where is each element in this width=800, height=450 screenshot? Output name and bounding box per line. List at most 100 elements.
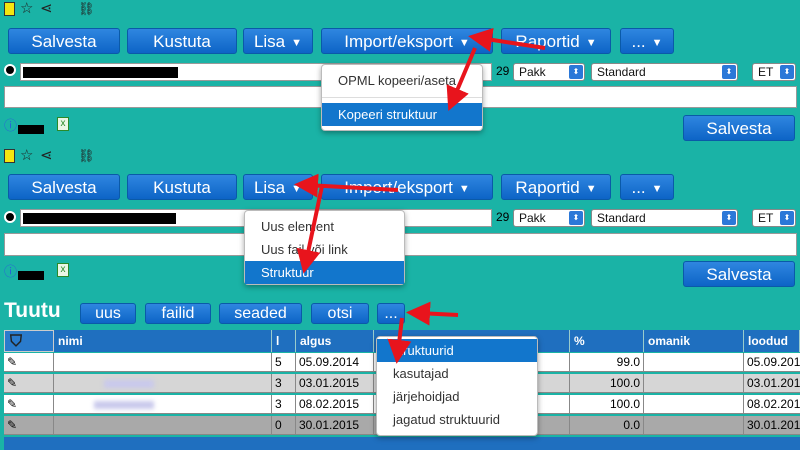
link-icon[interactable]: ⛓ <box>78 148 95 164</box>
share-icon[interactable]: ⋖ <box>40 1 53 17</box>
level-cell: 3 <box>272 374 296 393</box>
column-header-label: algus <box>300 334 332 348</box>
menu-item-users[interactable]: kasutajad <box>377 362 537 385</box>
name-cell <box>54 353 272 372</box>
pencil-icon: ✎ <box>7 418 18 432</box>
add-button[interactable]: Lisa ▼ <box>243 28 313 54</box>
chevron-down-icon: ▼ <box>585 182 597 195</box>
save-button[interactable]: Salvesta <box>8 28 120 54</box>
redacted-owner <box>18 271 44 280</box>
start-cell: 08.02.2015 <box>296 395 374 414</box>
menu-item-new-element[interactable]: Uus element <box>245 215 404 238</box>
star-icon[interactable]: ☆ <box>20 148 33 164</box>
column-header-owner[interactable]: omanik <box>644 330 744 352</box>
column-header-created[interactable]: loodud <box>744 330 800 352</box>
import-export-button[interactable]: Import/eksport ▼ <box>321 28 493 54</box>
record-icon[interactable] <box>4 211 16 223</box>
search-label: otsi <box>327 305 353 322</box>
list-more-label: ... <box>384 305 398 322</box>
type-select[interactable]: Pakk ⬍ <box>513 63 585 81</box>
column-header-level[interactable]: l <box>272 330 296 352</box>
percent-cell: 99.0 <box>570 353 644 372</box>
edit-cell[interactable]: ✎ <box>4 416 54 435</box>
created-cell: 03.01.201 <box>744 374 800 393</box>
menu-item-shared-structures[interactable]: jagatud struktuurid <box>377 408 537 431</box>
settings-label: seaded <box>234 305 287 322</box>
pencil-icon: ✎ <box>7 397 18 411</box>
created-cell: 05.09.201 <box>744 353 800 372</box>
column-header-percent[interactable]: % <box>570 330 644 352</box>
star-icon[interactable]: ☆ <box>20 1 33 17</box>
share-icon[interactable]: ⋖ <box>40 148 53 164</box>
excel-icon[interactable]: x <box>57 263 69 277</box>
template-select[interactable]: Standard ⬍ <box>591 209 738 227</box>
column-header-name[interactable]: nimi <box>54 330 272 352</box>
save-button[interactable]: Salvesta <box>8 174 120 200</box>
edit-cell[interactable]: ✎ <box>4 374 54 393</box>
record-icon[interactable] <box>4 64 16 76</box>
list-more-button[interactable]: ... <box>377 303 405 324</box>
delete-button[interactable]: Kustuta <box>127 28 237 54</box>
delete-label: Kustuta <box>153 178 211 197</box>
level-cell: 0 <box>272 416 296 435</box>
redacted-owner <box>18 125 44 134</box>
search-button[interactable]: otsi <box>311 303 369 324</box>
chevron-updown-icon: ⬍ <box>569 211 583 225</box>
chevron-down-icon: ▼ <box>651 36 663 49</box>
template-select[interactable]: Standard ⬍ <box>591 63 738 81</box>
excel-icon[interactable]: x <box>57 117 69 131</box>
new-label: uus <box>95 305 121 322</box>
chevron-updown-icon: ⬍ <box>569 65 583 79</box>
new-button[interactable]: uus <box>80 303 136 324</box>
info-icon[interactable]: ⓘ <box>4 264 17 280</box>
note-icon[interactable] <box>4 2 15 16</box>
save-button-secondary[interactable]: Salvesta <box>683 115 795 141</box>
reports-button[interactable]: Raportid ▼ <box>501 174 611 200</box>
pencil-icon: ✎ <box>7 355 18 369</box>
chevron-down-icon: ▼ <box>458 36 470 49</box>
save-label: Salvesta <box>706 265 772 284</box>
save-button-secondary[interactable]: Salvesta <box>683 261 795 287</box>
name-cell <box>54 395 272 414</box>
column-header-start[interactable]: algus <box>296 330 374 352</box>
save-label: Salvesta <box>31 178 97 197</box>
menu-item-bookmarks[interactable]: järjehoidjad <box>377 385 537 408</box>
add-menu: Uus element Uus fail või link Struktuur <box>244 210 405 285</box>
language-select[interactable]: ET ⬍ <box>752 209 796 227</box>
save-label: Salvesta <box>706 119 772 138</box>
menu-item-new-file-or-link[interactable]: Uus fail või link <box>245 238 404 261</box>
chevron-updown-icon: ⬍ <box>722 211 736 225</box>
type-select[interactable]: Pakk ⬍ <box>513 209 585 227</box>
chevron-down-icon: ▼ <box>291 36 303 49</box>
edit-cell[interactable]: ✎ <box>4 353 54 372</box>
arrow-to-more <box>406 301 459 326</box>
template-select-value: Standard <box>597 211 646 225</box>
settings-button[interactable]: seaded <box>219 303 302 324</box>
delete-label: Kustuta <box>153 32 211 51</box>
language-select[interactable]: ET ⬍ <box>752 63 796 81</box>
info-icon[interactable]: ⓘ <box>4 118 17 134</box>
delete-button[interactable]: Kustuta <box>127 174 237 200</box>
filter-icon: ⛉ <box>10 333 23 350</box>
menu-item-structures[interactable]: struktuurid <box>377 339 537 362</box>
reports-button[interactable]: Raportid ▼ <box>501 28 611 54</box>
edit-cell[interactable]: ✎ <box>4 395 54 414</box>
number-value: 29 <box>496 64 510 78</box>
filter-column-header[interactable]: ⛉ <box>4 330 54 352</box>
menu-item-structure[interactable]: Struktuur <box>245 261 404 284</box>
more-button[interactable]: ... ▼ <box>620 28 674 54</box>
more-button[interactable]: ... ▼ <box>620 174 674 200</box>
chevron-down-icon: ▼ <box>291 182 303 195</box>
reports-label: Raportid <box>515 178 580 197</box>
owner-cell <box>644 395 744 414</box>
start-cell: 30.01.2015 <box>296 416 374 435</box>
note-icon[interactable] <box>4 149 15 163</box>
import-export-button[interactable]: Import/eksport ▼ <box>321 174 493 200</box>
link-icon[interactable]: ⛓ <box>78 1 95 17</box>
type-select-value: Pakk <box>519 211 546 225</box>
chevron-updown-icon: ⬍ <box>780 211 794 225</box>
menu-item-copy-structure[interactable]: Kopeeri struktuur <box>322 103 482 126</box>
files-button[interactable]: failid <box>145 303 211 324</box>
add-button[interactable]: Lisa ▼ <box>243 174 313 200</box>
menu-item-opml[interactable]: OPML kopeeri/aseta <box>322 69 482 92</box>
